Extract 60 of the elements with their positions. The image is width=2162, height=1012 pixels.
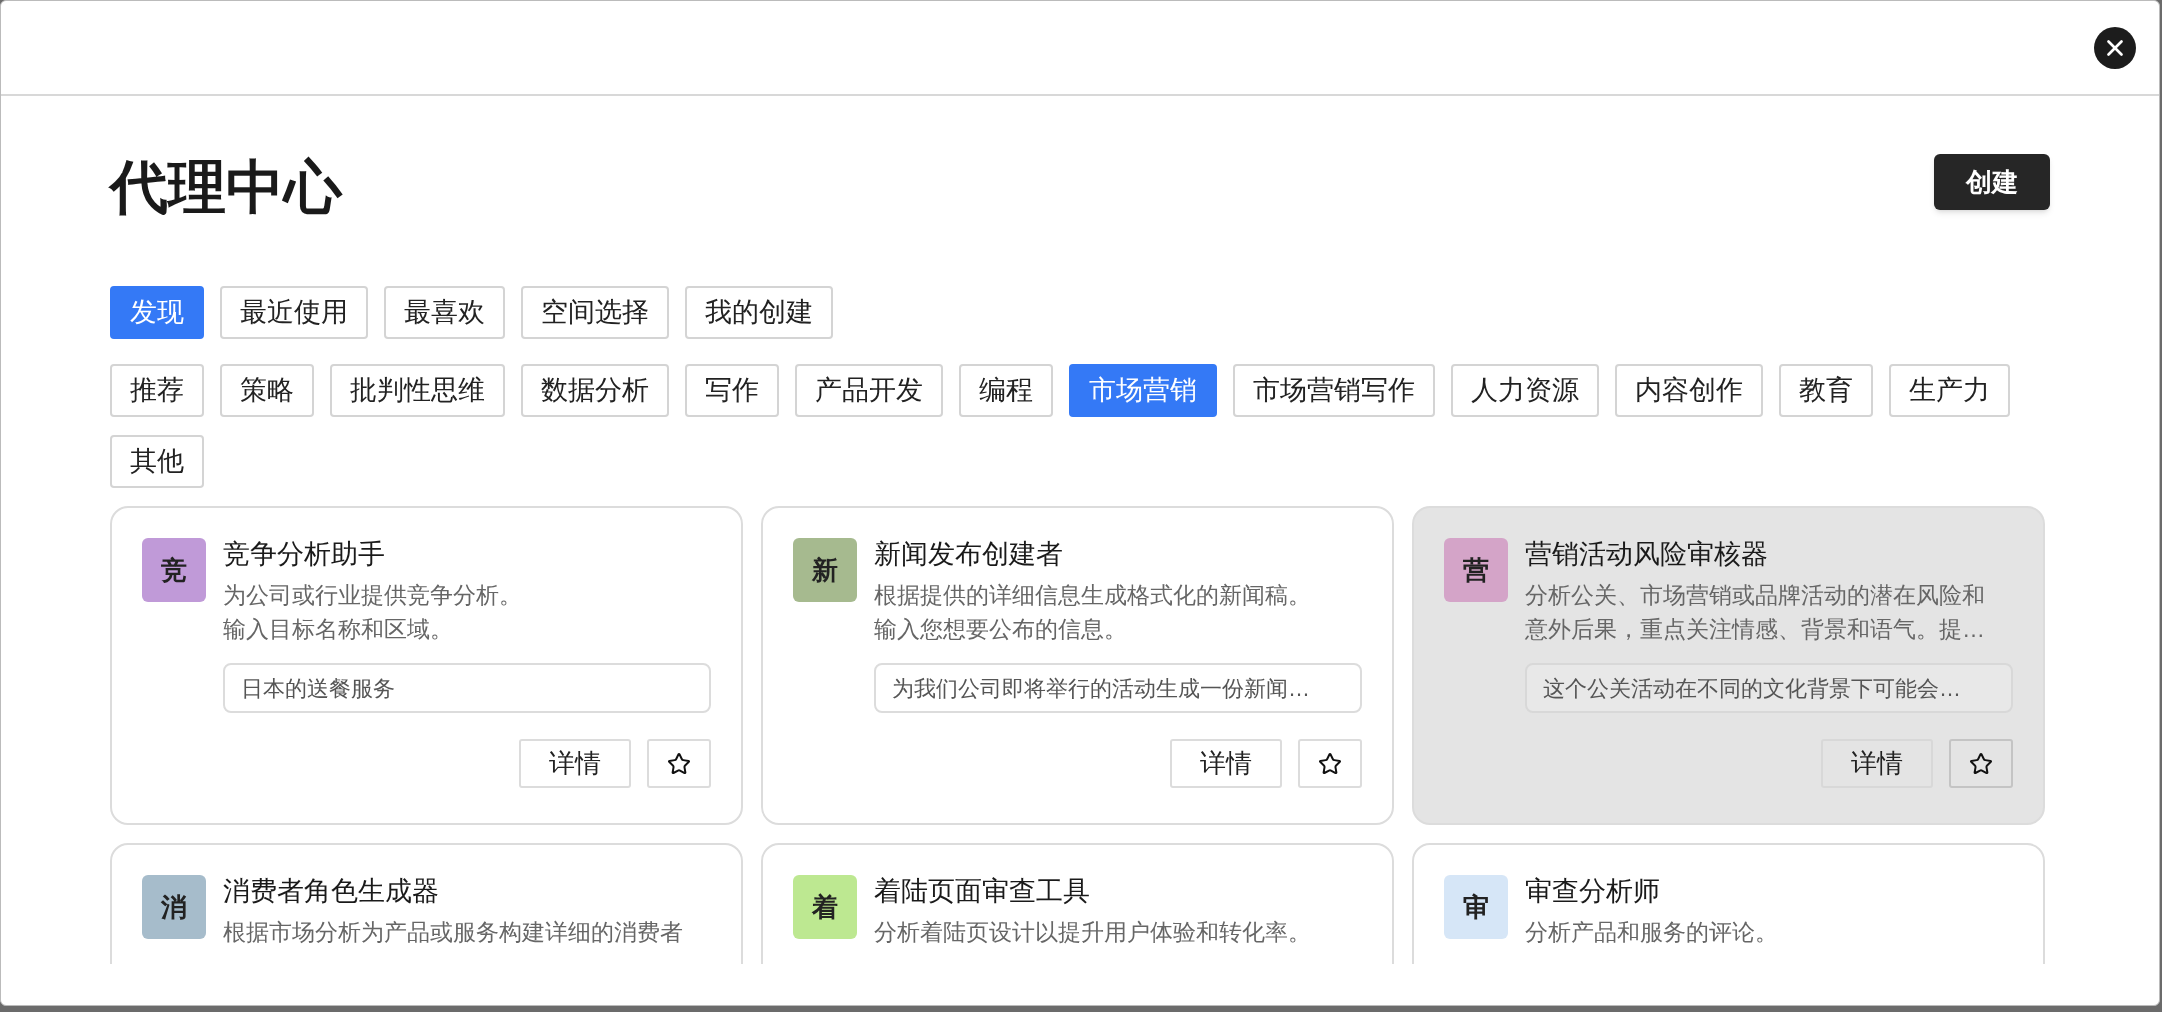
tab[interactable]: 最喜欢 [384,286,505,339]
agent-badge: 竞 [142,538,206,602]
agent-name: 着陆页面审查工具 [874,875,1091,908]
category-tab[interactable]: 产品开发 [795,364,943,417]
category-tab[interactable]: 市场营销写作 [1233,364,1435,417]
agent-card[interactable]: 审 审查分析师 分析产品和服务的评论。 [1412,843,2045,964]
agent-card[interactable]: 新 新闻发布创建者 根据提供的详细信息生成格式化的新闻稿。 输入您想要公布的信息。 为我们公司即将举行的活动生成一份新闻… 详情 [761,506,1394,825]
agent-name: 竞争分析助手 [223,538,386,571]
category-tab[interactable]: 人力资源 [1451,364,1599,417]
prompt-field[interactable]: 为我们公司即将举行的活动生成一份新闻… [874,663,1362,713]
close-button[interactable] [2094,26,2136,69]
agent-card[interactable]: 消 消费者角色生成器 根据市场分析为产品或服务构建详细的消费者 [110,843,743,964]
agent-description: 为公司或行业提供竞争分析。 [223,581,523,610]
favorite-button[interactable] [1949,739,2013,788]
category-tab[interactable]: 策略 [220,364,314,417]
category-tab[interactable]: 推荐 [110,364,204,417]
agent-badge: 审 [1444,875,1508,939]
star-icon [1318,751,1342,776]
favorite-button[interactable] [647,739,711,788]
agent-description: 输入目标名称和区域。 [223,615,454,644]
agent-card[interactable]: 竞 竞争分析助手 为公司或行业提供竞争分析。 输入目标名称和区域。 日本的送餐服务 详情 [110,506,743,825]
page-title: 代理中心 [110,152,342,221]
prompt-field[interactable]: 日本的送餐服务 [223,663,711,713]
tab[interactable]: 发现 [110,286,204,339]
star-icon [667,751,691,776]
favorite-button[interactable] [1298,739,1362,788]
agent-badge: 营 [1444,538,1508,602]
agent-name: 新闻发布创建者 [874,538,1064,571]
agent-description: 根据市场分析为产品或服务构建详细的消费者 [223,918,684,947]
category-tab[interactable]: 市场营销 [1069,364,1217,417]
tab[interactable]: 最近使用 [220,286,368,339]
agent-badge: 新 [793,538,857,602]
category-tab[interactable]: 编程 [959,364,1053,417]
category-tab[interactable]: 写作 [685,364,779,417]
prompt-field[interactable]: 这个公关活动在不同的文化背景下可能会… [1525,663,2013,713]
category-tab[interactable]: 教育 [1779,364,1873,417]
agent-description: 分析着陆页设计以提升用户体验和转化率。 [874,918,1312,947]
agent-badge: 着 [793,875,857,939]
agent-description: 分析产品和服务的评论。 [1525,918,1779,947]
tab[interactable]: 我的创建 [685,286,833,339]
agent-name: 审查分析师 [1525,875,1661,908]
agent-name: 消费者角色生成器 [223,875,440,908]
category-tab[interactable]: 批判性思维 [330,364,505,417]
category-tab[interactable]: 数据分析 [521,364,669,417]
agent-card[interactable]: 营 营销活动风险审核器 分析公关、市场营销或品牌活动的潜在风险和意外后果，重点关注情感、背景和语气。提… 这个公关活动在不同的文化背景下可能会… 详情 [1412,506,2045,825]
details-button[interactable]: 详情 [1170,739,1282,788]
category-tab[interactable]: 其他 [110,435,204,488]
category-tab[interactable]: 生产力 [1889,364,2010,417]
agent-name: 营销活动风险审核器 [1525,538,1769,571]
agent-description: 分析公关、市场营销或品牌活动的潜在风险和意外后果，重点关注情感、背景和语气。提… [1525,581,1986,644]
create-button[interactable]: 创建 [1934,154,2050,210]
agent-card[interactable]: 着 着陆页面审查工具 分析着陆页设计以提升用户体验和转化率。 [761,843,1394,964]
details-button[interactable]: 详情 [519,739,631,788]
category-tab[interactable]: 内容创作 [1615,364,1763,417]
tab[interactable]: 空间选择 [521,286,669,339]
agent-badge: 消 [142,875,206,939]
star-icon [1969,751,1993,776]
details-button[interactable]: 详情 [1821,739,1933,788]
agent-description: 输入您想要公布的信息。 [874,615,1128,644]
agent-description: 根据提供的详细信息生成格式化的新闻稿。 [874,581,1312,610]
